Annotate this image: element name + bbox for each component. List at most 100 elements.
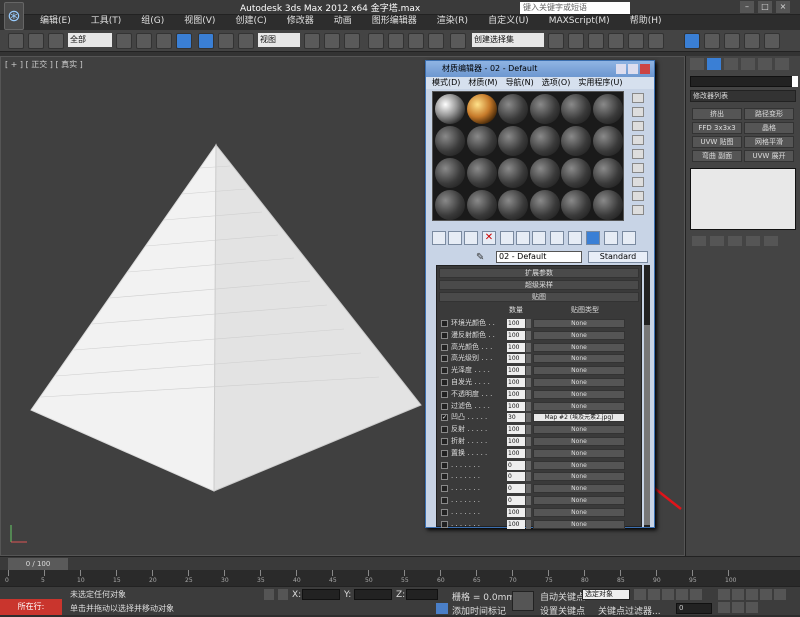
select-by-name-icon[interactable] — [136, 33, 152, 49]
map-slot-button[interactable]: None — [533, 437, 625, 446]
map-amount-field[interactable]: 100 — [507, 378, 525, 387]
map-enable-checkbox[interactable] — [441, 438, 448, 445]
map-amount-field[interactable]: 100 — [507, 437, 525, 446]
modifier-button[interactable]: 网格平滑 — [744, 136, 794, 148]
minimize-icon[interactable]: – — [740, 1, 754, 13]
manipulate-icon[interactable] — [324, 33, 340, 49]
reference-coord-dropdown[interactable]: 视图 — [258, 33, 300, 47]
modifier-button[interactable]: 晶格 — [744, 122, 794, 134]
menu-item[interactable]: 自定义(U) — [478, 14, 539, 28]
modifier-button[interactable]: FFD 3x3x3 — [692, 122, 742, 134]
me-menu-item[interactable]: 模式(D) — [432, 77, 460, 89]
amount-spinner-icon[interactable] — [526, 389, 531, 399]
amount-spinner-icon[interactable] — [526, 425, 531, 435]
window-crossing-icon[interactable] — [176, 33, 192, 49]
map-amount-field[interactable]: 100 — [507, 389, 525, 399]
eyedropper-icon[interactable]: ✎ — [476, 252, 490, 264]
amount-spinner-icon[interactable] — [526, 460, 531, 470]
make-preview-icon[interactable] — [632, 163, 644, 173]
teapot-icon[interactable] — [764, 33, 780, 49]
material-name-field[interactable]: 02 - Default — [496, 251, 582, 263]
set-key-button[interactable]: 设置关键点 — [540, 604, 585, 617]
field-of-view-icon[interactable] — [774, 589, 786, 600]
scrollbar-thumb[interactable] — [644, 325, 650, 525]
map-amount-field[interactable]: 100 — [507, 519, 525, 529]
menu-item[interactable]: 渲染(R) — [427, 14, 478, 28]
show-end-result-icon[interactable] — [586, 231, 600, 245]
minimize-icon[interactable] — [616, 64, 626, 74]
rollout-scrollbar[interactable] — [644, 265, 650, 527]
map-slot-button[interactable]: None — [533, 460, 625, 470]
material-sample-slot[interactable] — [529, 126, 560, 156]
select-icon[interactable] — [116, 33, 132, 49]
reset-map-icon[interactable]: ✕ — [482, 231, 496, 245]
rollout-maps[interactable]: 贴图 — [439, 292, 639, 302]
motion-tab-icon[interactable] — [741, 58, 755, 70]
add-time-tag[interactable]: 添加时间标记 — [452, 604, 506, 617]
maximize-icon[interactable] — [628, 64, 638, 74]
map-enable-checkbox[interactable] — [441, 390, 448, 398]
modifier-button[interactable]: 路径变形 — [744, 108, 794, 120]
snap-icon[interactable] — [368, 33, 384, 49]
absolute-mode-icon[interactable] — [278, 589, 288, 600]
previous-frame-icon[interactable] — [648, 589, 660, 600]
go-forward-sibling-icon[interactable] — [622, 231, 636, 245]
map-enable-checkbox[interactable] — [441, 402, 448, 410]
material-navigator-icon[interactable] — [632, 205, 644, 215]
amount-spinner-icon[interactable] — [526, 472, 531, 482]
map-amount-field[interactable]: 0 — [507, 496, 525, 505]
background-icon[interactable] — [632, 121, 644, 131]
close-icon[interactable] — [640, 64, 650, 74]
material-sample-slot[interactable] — [592, 126, 623, 156]
pivot-icon[interactable] — [304, 33, 320, 49]
key-icon[interactable] — [512, 591, 534, 611]
modifier-button[interactable]: 弯曲 副面 — [692, 150, 742, 162]
map-amount-field[interactable]: 100 — [507, 354, 525, 364]
z-coord-field[interactable] — [406, 589, 438, 600]
selected-dropdown[interactable]: 选定对象 — [582, 589, 630, 600]
me-menu-item[interactable]: 选项(O) — [542, 77, 571, 89]
map-slot-button[interactable]: None — [533, 378, 625, 387]
material-sample-slot[interactable] — [498, 190, 528, 220]
map-slot-button[interactable]: None — [533, 319, 625, 328]
map-amount-field[interactable]: 100 — [507, 448, 525, 458]
ribbon-icon[interactable] — [608, 33, 624, 49]
time-slider[interactable]: 0 / 100 — [8, 558, 68, 570]
zoom-extents-icon[interactable] — [746, 589, 758, 600]
material-sample-slot[interactable] — [529, 94, 560, 124]
show-map-icon[interactable] — [568, 231, 582, 245]
lock-icon[interactable] — [264, 589, 274, 600]
put-to-library-icon[interactable] — [532, 231, 546, 245]
map-amount-field[interactable]: 100 — [507, 366, 525, 376]
curve-editor-icon[interactable] — [628, 33, 644, 49]
rollout-extended-params[interactable]: 扩展参数 — [439, 268, 639, 278]
material-sample-slot[interactable] — [466, 158, 497, 188]
map-slot-button[interactable]: None — [533, 342, 625, 352]
material-sample-slot[interactable] — [592, 94, 623, 124]
map-slot-button[interactable]: None — [533, 330, 625, 340]
modifier-button[interactable]: UVW 贴图 — [692, 136, 742, 148]
search-input[interactable]: 键入关键字或短语 — [520, 2, 630, 14]
track-bar[interactable]: 0 5 10 15 20 25 30 35 40 45 50 55 60 65 70 75 80 85 90 95 10… — [0, 570, 800, 586]
amount-spinner-icon[interactable] — [526, 354, 531, 364]
map-slot-button[interactable]: None — [533, 519, 625, 529]
modifier-button[interactable]: UVW 展开 — [744, 150, 794, 162]
map-slot-button[interactable]: None — [533, 401, 625, 411]
material-sample-slot[interactable] — [435, 190, 465, 220]
material-sample-slot[interactable] — [592, 190, 623, 220]
video-color-check-icon[interactable] — [632, 149, 644, 159]
amount-spinner-icon[interactable] — [526, 378, 531, 387]
menu-item[interactable]: MAXScript(M) — [539, 14, 620, 28]
key-filters-button[interactable]: 关键点过滤器... — [598, 604, 661, 617]
map-slot-button[interactable]: None — [533, 389, 625, 399]
orbit-icon[interactable] — [732, 602, 744, 613]
object-name-field[interactable] — [690, 76, 796, 87]
spinner-snap-icon[interactable] — [428, 33, 444, 49]
amount-spinner-icon[interactable] — [526, 366, 531, 376]
hierarchy-tab-icon[interactable] — [724, 58, 738, 70]
rotate-icon[interactable] — [218, 33, 234, 49]
material-type-button[interactable]: Standard — [588, 251, 648, 263]
render-icon[interactable] — [744, 33, 760, 49]
map-enable-checkbox[interactable] — [441, 426, 448, 434]
material-sample-slot[interactable] — [561, 158, 591, 188]
